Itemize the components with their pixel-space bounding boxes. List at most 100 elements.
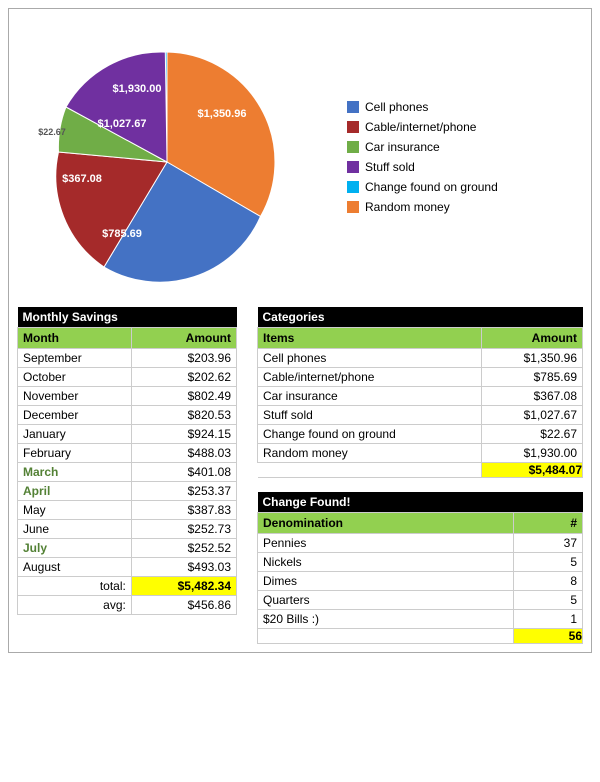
change-found-table: Change Found! Denomination # Pennies37Ni… (257, 492, 583, 644)
legend-item-car: Car insurance (347, 140, 498, 154)
category-item: Cell phones (258, 349, 482, 368)
denomination-cell: $20 Bills :) (258, 610, 514, 629)
legend-swatch-cable (347, 121, 359, 133)
amount-cell: $924.15 (131, 425, 236, 444)
amount-cell: $802.49 (131, 387, 236, 406)
denomination-cell: Quarters (258, 591, 514, 610)
month-cell: October (18, 368, 132, 387)
legend-label-cable: Cable/internet/phone (365, 120, 476, 134)
chart-label-car: $367.08 (62, 173, 102, 185)
number-cell: 5 (514, 591, 583, 610)
category-row: Cell phones$1,350.96 (258, 349, 583, 368)
monthly-savings-row: March$401.08 (18, 463, 237, 482)
number-col-header: # (514, 513, 583, 534)
category-amount: $1,027.67 (482, 406, 583, 425)
change-total-row: 56 (258, 629, 583, 644)
category-item: Stuff sold (258, 406, 482, 425)
chart-label-cable: $785.69 (102, 228, 142, 240)
monthly-savings-row: November$802.49 (18, 387, 237, 406)
month-cell: September (18, 349, 132, 368)
monthly-savings-row: June$252.73 (18, 520, 237, 539)
categories-total-row: $5,484.07 (258, 463, 583, 478)
monthly-savings-row: August$493.03 (18, 558, 237, 577)
legend-item-cable: Cable/internet/phone (347, 120, 498, 134)
change-row: Quarters5 (258, 591, 583, 610)
tables-area: Monthly Savings Month Amount September$2… (17, 307, 583, 644)
category-row: Car insurance$367.08 (258, 387, 583, 406)
legend-swatch-cellphones (347, 101, 359, 113)
legend-item-change: Change found on ground (347, 180, 498, 194)
categories-total-value: $5,484.07 (482, 463, 583, 478)
avg-value: $456.86 (131, 596, 236, 615)
right-tables: Categories Items Amount Cell phones$1,35… (257, 307, 583, 644)
category-amount: $785.69 (482, 368, 583, 387)
legend-swatch-stuff (347, 161, 359, 173)
legend-item-random: Random money (347, 200, 498, 214)
category-amount: $1,930.00 (482, 444, 583, 463)
denomination-cell: Pennies (258, 534, 514, 553)
change-row: Nickels5 (258, 553, 583, 572)
monthly-savings-row: December$820.53 (18, 406, 237, 425)
month-cell: February (18, 444, 132, 463)
amount-cell: $493.03 (131, 558, 236, 577)
monthly-savings-avg-row: avg:$456.86 (18, 596, 237, 615)
change-total-value: 56 (514, 629, 583, 644)
category-item: Change found on ground (258, 425, 482, 444)
legend-label-cellphones: Cell phones (365, 100, 428, 114)
legend-item-stuff: Stuff sold (347, 160, 498, 174)
legend-item-cellphones: Cell phones (347, 100, 498, 114)
category-row: Cable/internet/phone$785.69 (258, 368, 583, 387)
monthly-savings-row: January$924.15 (18, 425, 237, 444)
monthly-savings-section: Monthly Savings Month Amount September$2… (17, 307, 237, 615)
categories-title: Categories (258, 307, 583, 328)
category-amount: $1,350.96 (482, 349, 583, 368)
change-total-empty (258, 629, 514, 644)
legend-label-car: Car insurance (365, 140, 440, 154)
amount-col-header-cat: Amount (482, 328, 583, 349)
month-cell: May (18, 501, 132, 520)
denomination-col-header: Denomination (258, 513, 514, 534)
month-cell: June (18, 520, 132, 539)
chart-legend: Cell phones Cable/internet/phone Car ins… (327, 100, 498, 214)
avg-label: avg: (18, 596, 132, 615)
amount-col-header: Amount (131, 328, 236, 349)
month-cell: January (18, 425, 132, 444)
monthly-savings-row: April$253.37 (18, 482, 237, 501)
category-item: Cable/internet/phone (258, 368, 482, 387)
chart-label-stuff: $1,027.67 (98, 118, 147, 130)
change-row: Dimes8 (258, 572, 583, 591)
monthly-savings-row: February$488.03 (18, 444, 237, 463)
number-cell: 37 (514, 534, 583, 553)
change-row: Pennies37 (258, 534, 583, 553)
legend-swatch-random (347, 201, 359, 213)
month-cell: April (18, 482, 132, 501)
legend-label-change: Change found on ground (365, 180, 498, 194)
amount-cell: $202.62 (131, 368, 236, 387)
legend-swatch-change (347, 181, 359, 193)
amount-cell: $488.03 (131, 444, 236, 463)
amount-cell: $820.53 (131, 406, 236, 425)
category-row: Stuff sold$1,027.67 (258, 406, 583, 425)
month-cell: August (18, 558, 132, 577)
monthly-savings-table: Monthly Savings Month Amount September$2… (17, 307, 237, 615)
amount-cell: $252.52 (131, 539, 236, 558)
items-col-header: Items (258, 328, 482, 349)
category-item: Car insurance (258, 387, 482, 406)
monthly-savings-row: October$202.62 (18, 368, 237, 387)
category-amount: $367.08 (482, 387, 583, 406)
legend-label-stuff: Stuff sold (365, 160, 415, 174)
month-col-header: Month (18, 328, 132, 349)
month-cell: July (18, 539, 132, 558)
month-cell: December (18, 406, 132, 425)
amount-cell: $387.83 (131, 501, 236, 520)
category-row: Change found on ground$22.67 (258, 425, 583, 444)
chart-label-random: $1,930.00 (113, 83, 162, 95)
amount-cell: $203.96 (131, 349, 236, 368)
monthly-savings-row: July$252.52 (18, 539, 237, 558)
legend-swatch-car (347, 141, 359, 153)
chart-area: $1,350.96 $785.69 $367.08 $1,027.67 $22.… (17, 17, 583, 297)
amount-cell: $252.73 (131, 520, 236, 539)
categories-total-empty (258, 463, 482, 478)
denomination-cell: Dimes (258, 572, 514, 591)
category-item: Random money (258, 444, 482, 463)
